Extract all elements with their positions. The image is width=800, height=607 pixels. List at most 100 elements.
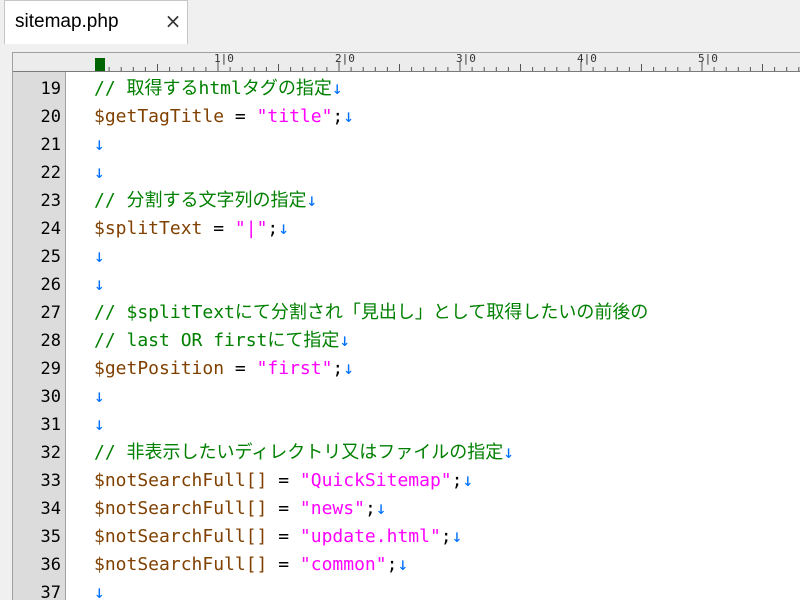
code-line[interactable]: ↓ xyxy=(94,271,105,299)
column-ruler: 1|0 2|0 3|0 4|0 5|0 xyxy=(13,53,800,72)
code-token-op: ; xyxy=(332,358,344,379)
code-token-op: = xyxy=(224,106,257,127)
code-token-op: = xyxy=(267,498,300,519)
line-number: 28 xyxy=(40,331,61,351)
code-token-op: = xyxy=(202,218,235,239)
code-token-var: $getTagTitle xyxy=(94,106,225,127)
newline-marker: ↓ xyxy=(94,162,105,183)
newline-marker: ↓ xyxy=(94,274,105,295)
code-token-op: ; xyxy=(332,106,344,127)
newline-marker: ↓ xyxy=(278,218,290,239)
code-token-op: = xyxy=(267,526,300,547)
code-token-op: = xyxy=(224,358,257,379)
ruler-label-10: 1|0 xyxy=(214,53,234,65)
newline-marker: ↓ xyxy=(331,78,343,99)
code-token-comment: // 取得するhtmlタグの指定 xyxy=(94,78,332,99)
code-token-op: ; xyxy=(364,498,376,519)
code-line[interactable]: ↓ xyxy=(94,411,105,439)
code-line[interactable]: $notSearchFull[] = "QuickSitemap";↓ xyxy=(94,467,473,495)
code-line[interactable]: ↓ xyxy=(94,131,105,159)
code-line[interactable]: $notSearchFull[] = "news";↓ xyxy=(94,495,387,523)
code-token-str: "update.html" xyxy=(299,526,441,547)
newline-marker: ↓ xyxy=(94,134,105,155)
line-number: 27 xyxy=(40,303,61,323)
code-line[interactable]: ↓ xyxy=(94,243,105,271)
ruler-cursor-marker xyxy=(95,58,105,71)
code-line[interactable]: $getTagTitle = "title";↓ xyxy=(94,103,354,131)
code-line[interactable]: $notSearchFull[] = "common";↓ xyxy=(94,551,408,579)
close-icon[interactable]: × xyxy=(162,10,184,32)
code-line[interactable]: // 非表示したいディレクトリ又はファイルの指定↓ xyxy=(94,439,514,467)
newline-marker: ↓ xyxy=(339,330,351,351)
code-line[interactable]: $splitText = "|";↓ xyxy=(94,215,289,243)
code-token-str: "news" xyxy=(299,498,365,519)
code-token-op: = xyxy=(267,470,300,491)
code-token-str: "first" xyxy=(256,358,333,379)
code-token-op: = xyxy=(267,554,300,575)
line-number: 29 xyxy=(40,359,61,379)
line-number: 20 xyxy=(40,107,61,127)
code-line[interactable]: ↓ xyxy=(94,383,105,411)
code-token-op: ; xyxy=(386,554,398,575)
line-number: 25 xyxy=(40,247,61,267)
line-number: 19 xyxy=(40,79,61,99)
newline-marker: ↓ xyxy=(94,582,105,600)
line-number: 23 xyxy=(40,191,61,211)
ruler-label-30: 3|0 xyxy=(456,53,476,65)
tab-bar: sitemap.php × xyxy=(0,0,800,46)
newline-marker: ↓ xyxy=(94,246,105,267)
ruler-label-50: 5|0 xyxy=(698,53,718,65)
line-number: 26 xyxy=(40,275,61,295)
line-number: 24 xyxy=(40,219,61,239)
code-line[interactable]: // 分割する文字列の指定↓ xyxy=(94,187,317,215)
code-token-str: "title" xyxy=(256,106,333,127)
code-token-comment: // last OR firstにて指定 xyxy=(94,330,340,351)
code-line[interactable]: ↓ xyxy=(94,579,105,600)
newline-marker: ↓ xyxy=(306,190,318,211)
newline-marker: ↓ xyxy=(343,358,355,379)
newline-marker: ↓ xyxy=(94,386,105,407)
line-number: 36 xyxy=(40,555,61,575)
code-token-comment: // 非表示したいディレクトリ又はファイルの指定 xyxy=(94,442,504,463)
code-token-str: "common" xyxy=(299,554,387,575)
code-line[interactable]: // last OR firstにて指定↓ xyxy=(94,327,350,355)
line-number-gutter: 19 20 21 22 23 24 25 26 27 28 29 30 31 32 33 34 35 36 37 xyxy=(13,72,65,603)
code-token-comment: // 分割する文字列の指定 xyxy=(94,190,307,211)
line-number: 22 xyxy=(40,163,61,183)
tab-title: sitemap.php xyxy=(15,11,119,32)
ruler-label-20: 2|0 xyxy=(335,53,355,65)
code-editor[interactable]: // 取得するhtmlタグの指定↓ $getTagTitle = "title";… xyxy=(66,72,800,600)
code-token-str: "QuickSitemap" xyxy=(299,470,452,491)
newline-marker: ↓ xyxy=(451,526,463,547)
code-token-var: $notSearchFull[] xyxy=(94,498,268,519)
line-number: 30 xyxy=(40,387,61,407)
code-line[interactable]: $getPosition = "first";↓ xyxy=(94,355,354,383)
code-token-op: ; xyxy=(267,218,279,239)
line-number: 37 xyxy=(40,583,61,603)
code-token-var: $splitText xyxy=(94,218,203,239)
code-line[interactable]: // $splitTextにて分割され「見出し」として取得したいの前後の xyxy=(94,299,648,327)
code-token-op: ; xyxy=(440,526,452,547)
ruler-ticks xyxy=(96,61,800,71)
line-number: 21 xyxy=(40,135,61,155)
code-line[interactable]: ↓ xyxy=(94,159,105,187)
tab-sitemap-php[interactable]: sitemap.php × xyxy=(4,0,188,46)
newline-marker: ↓ xyxy=(503,442,515,463)
code-token-var: $notSearchFull[] xyxy=(94,470,268,491)
newline-marker: ↓ xyxy=(343,106,355,127)
code-line[interactable]: // 取得するhtmlタグの指定↓ xyxy=(94,75,343,103)
line-number: 35 xyxy=(40,527,61,547)
line-number: 31 xyxy=(40,415,61,435)
ruler-label-40: 4|0 xyxy=(577,53,597,65)
newline-marker: ↓ xyxy=(94,414,105,435)
line-number: 32 xyxy=(40,443,61,463)
line-number: 34 xyxy=(40,499,61,519)
code-token-str: "|" xyxy=(234,218,268,239)
code-token-comment: // $splitTextにて分割され「見出し」として取得したいの前後の xyxy=(94,302,649,323)
code-token-var: $notSearchFull[] xyxy=(94,526,268,547)
code-token-var: $notSearchFull[] xyxy=(94,554,268,575)
code-line[interactable]: $notSearchFull[] = "update.html";↓ xyxy=(94,523,462,551)
line-number: 33 xyxy=(40,471,61,491)
code-token-var: $getPosition xyxy=(94,358,225,379)
newline-marker: ↓ xyxy=(375,498,387,519)
